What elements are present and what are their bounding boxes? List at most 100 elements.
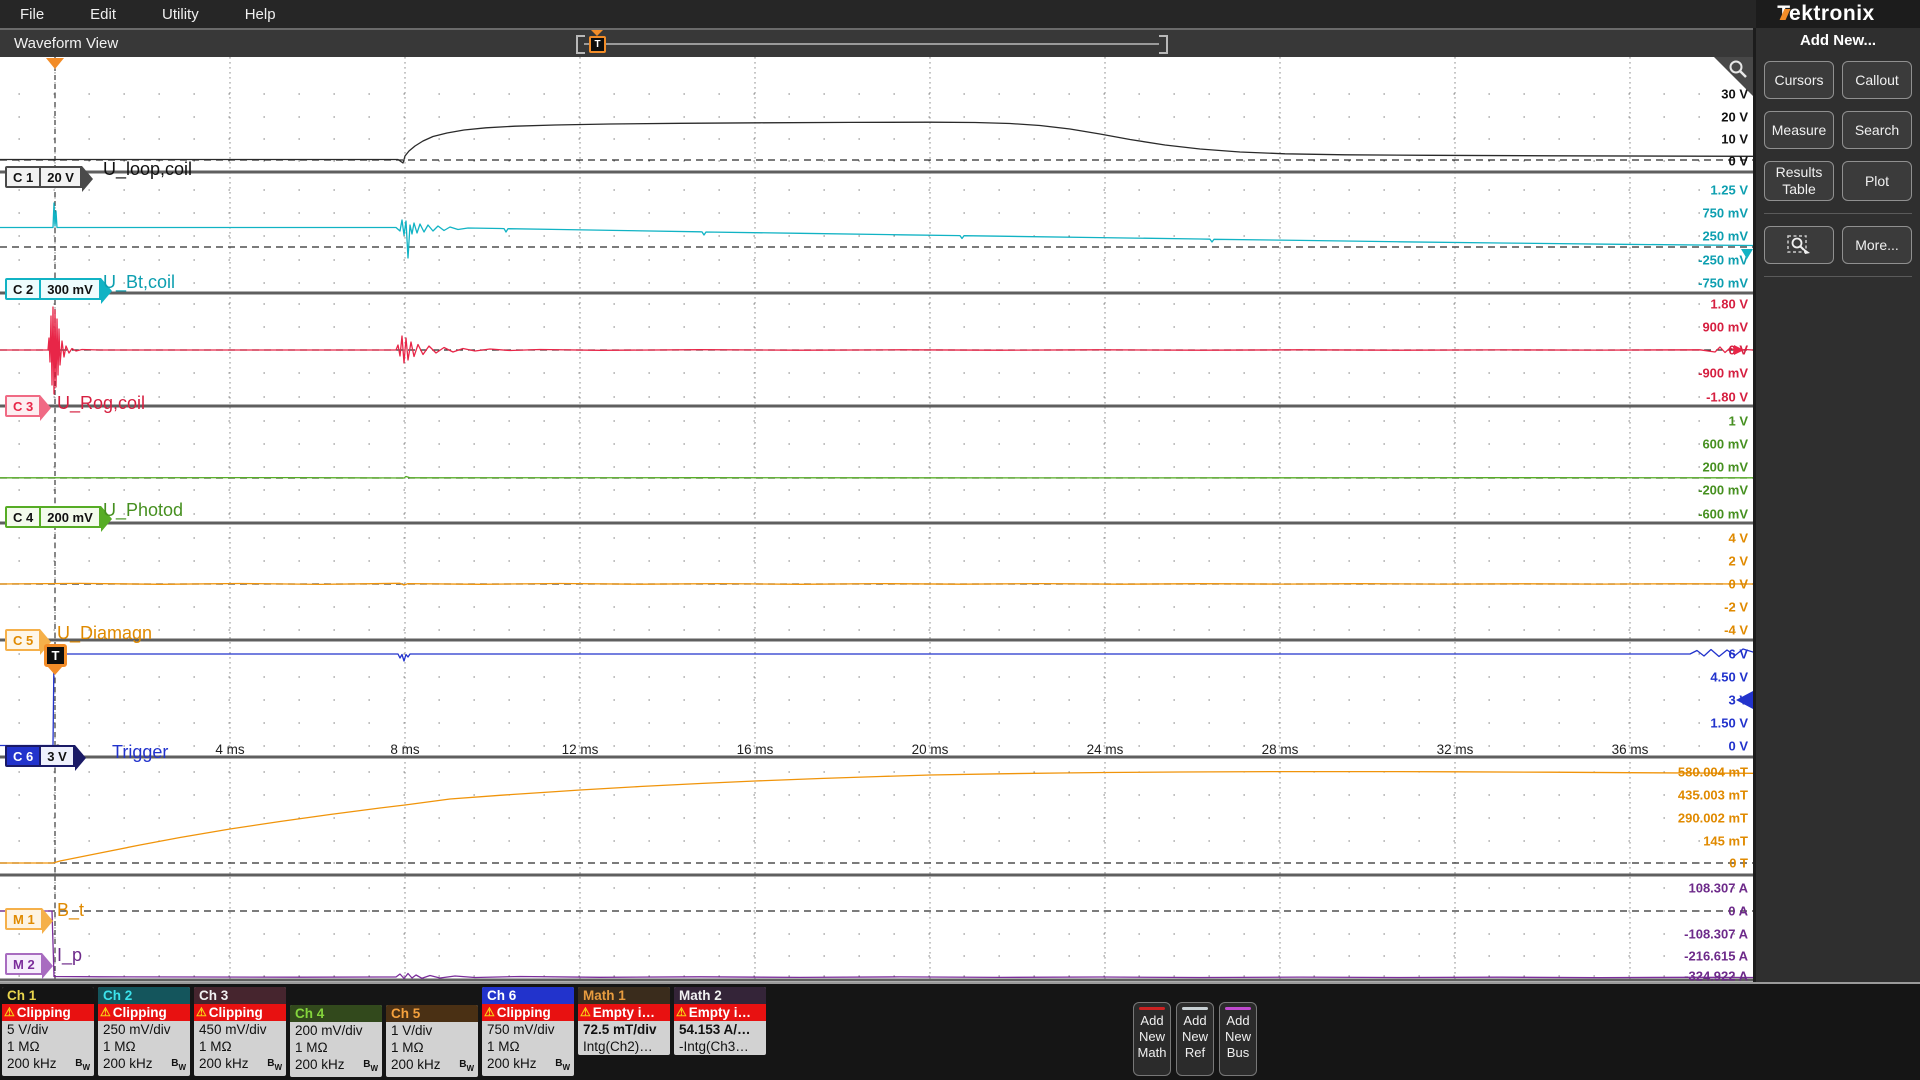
time-label: 24 ms	[1087, 742, 1124, 757]
time-label: 20 ms	[912, 742, 949, 757]
axis-label-c2: 1.25 V	[1710, 183, 1748, 198]
tektronix-logo-text: Tektronix	[1777, 2, 1874, 25]
trigger-t-badge[interactable]: T	[44, 644, 67, 667]
axis-label-c4: -600 mV	[1698, 507, 1748, 522]
axis-label-c4: -200 mV	[1698, 483, 1748, 498]
channel-config-badge-ch2[interactable]: Ch 2⚠Clipping250 mV/div1 MΩ200 kHzBW	[98, 987, 190, 1076]
bandwidth-limit-icon: BW	[171, 1055, 186, 1076]
warning-icon: ⚠	[580, 1004, 591, 1021]
channel-label-c4[interactable]: U_Photod	[103, 500, 183, 521]
axis-label-c5: 0 V	[1728, 577, 1748, 592]
overview-right-bracket[interactable]	[1159, 35, 1168, 54]
config-badge-row: 750 mV/div	[482, 1021, 574, 1038]
horizontal-overview-bar[interactable]: T	[576, 34, 1168, 54]
channel-config-badge-ch3[interactable]: Ch 3⚠Clipping450 mV/div1 MΩ200 kHzBW	[194, 987, 286, 1076]
right-sidebar: Add New... CursorsCalloutMeasureSearchRe…	[1756, 28, 1920, 982]
axis-label-c5: -4 V	[1724, 623, 1748, 638]
waveform-view[interactable]: 30 V20 V10 V0 V1.25 V750 mV250 mV-250 mV…	[0, 57, 1753, 982]
overview-record-line	[584, 43, 1159, 45]
zoom-select-icon	[1786, 233, 1812, 257]
add-new-bus-button[interactable]: Add New Bus	[1219, 1002, 1257, 1076]
add-new-accent	[1139, 1007, 1165, 1010]
axis-label-c2: 250 mV	[1702, 229, 1748, 244]
sidebar-button-cursors[interactable]: Cursors	[1764, 61, 1834, 99]
menu-utility[interactable]: Utility	[162, 6, 199, 23]
sidebar-button-callout[interactable]: Callout	[1842, 61, 1912, 99]
add-new-accent	[1182, 1007, 1208, 1010]
config-badge-row: 450 mV/div	[194, 1021, 286, 1038]
channel-label-c1[interactable]: U_loop,coil	[103, 159, 192, 180]
channel-label-m2[interactable]: I_p	[57, 945, 82, 966]
axis-label-c1: 20 V	[1721, 110, 1748, 125]
config-badge-row: -Intg(Ch3…	[674, 1038, 766, 1055]
channel-config-badge-ch1[interactable]: Ch 1⚠Clipping5 V/div1 MΩ200 kHzBW	[2, 987, 94, 1076]
channel-badge-scale: 300 mV	[40, 278, 101, 300]
sidebar-button-search[interactable]: Search	[1842, 111, 1912, 149]
zoom-select-button[interactable]	[1764, 226, 1834, 264]
axis-label-c3: 900 mV	[1702, 320, 1748, 335]
channel-badge-c2[interactable]: C 2300 mV	[5, 278, 112, 300]
axis-label-c6: 6 V	[1728, 647, 1748, 662]
channel-label-c5[interactable]: U_Diamagn	[57, 623, 152, 644]
sidebar-button-measure[interactable]: Measure	[1764, 111, 1834, 149]
config-badge-row: 200 mV/div	[290, 1022, 382, 1039]
config-badge-row: 1 MΩ	[290, 1039, 382, 1056]
axis-label-c6: 4.50 V	[1710, 670, 1748, 685]
more-button[interactable]: More...	[1842, 226, 1912, 264]
channel-badge-c4[interactable]: C 4200 mV	[5, 506, 112, 528]
channel-config-badge-ch5[interactable]: Ch 51 V/div1 MΩ200 kHzBW	[386, 1005, 478, 1077]
clipping-warning: ⚠Clipping	[2, 1004, 94, 1021]
bottom-bar: Ch 1⚠Clipping5 V/div1 MΩ200 kHzBWCh 2⚠Cl…	[0, 982, 1920, 1080]
trigger-position-icon[interactable]	[46, 58, 64, 69]
warning-icon: ⚠	[100, 1004, 111, 1021]
menu-help[interactable]: Help	[245, 6, 276, 23]
channel-badge-c1[interactable]: C 120 V	[5, 166, 93, 188]
channel-badge-tip	[42, 908, 53, 934]
config-badge-row: 1 MΩ	[482, 1038, 574, 1055]
axis-label-m1: 0 T	[1729, 856, 1748, 871]
axis-label-m2: -324.922 A	[1684, 969, 1748, 983]
channel-badge-m2[interactable]: M 2	[5, 953, 53, 975]
add-new-accent	[1225, 1007, 1251, 1010]
config-badge-title: Ch 5	[386, 1005, 478, 1022]
sidebar-button-results-table[interactable]: Results Table	[1764, 161, 1834, 201]
menu-edit[interactable]: Edit	[90, 6, 116, 23]
channel-config-badge-math1[interactable]: Math 1⚠Empty i…72.5 mT/divIntg(Ch2)…	[578, 987, 670, 1055]
menu-items: File Edit Utility Help	[20, 6, 276, 23]
axis-label-m2: 0 A	[1728, 904, 1748, 919]
config-badge-row: 1 V/div	[386, 1022, 478, 1039]
channel-config-badge-ch6[interactable]: Ch 6⚠Clipping750 mV/div1 MΩ200 kHzBW	[482, 987, 574, 1076]
bandwidth-limit-icon: BW	[363, 1056, 378, 1077]
add-new-ref-button[interactable]: Add New Ref	[1176, 1002, 1214, 1076]
channel-badge-c3[interactable]: C 3	[5, 395, 51, 417]
channel-badge-m1[interactable]: M 1	[5, 908, 53, 930]
axis-label-c6: 0 V	[1728, 739, 1748, 754]
channel-config-badge-math2[interactable]: Math 2⚠Empty i…54.153 A/…-Intg(Ch3…	[674, 987, 766, 1055]
tab-waveform-view[interactable]: Waveform View	[14, 35, 118, 52]
warning-icon: ⚠	[196, 1004, 207, 1021]
warning-icon: ⚠	[484, 1004, 495, 1021]
channel-badge-c6[interactable]: C 63 V	[5, 745, 86, 767]
sidebar-button-plot[interactable]: Plot	[1842, 161, 1912, 201]
time-label: 28 ms	[1262, 742, 1299, 757]
channel-label-c2[interactable]: U_Bt,coil	[103, 272, 175, 293]
channel-label-c3[interactable]: U_Rog,coil	[57, 393, 145, 414]
overview-trigger-icon[interactable]: T	[589, 36, 606, 53]
axis-label-c4: 1 V	[1728, 414, 1748, 429]
axis-label-m2: 108.307 A	[1688, 881, 1748, 896]
menu-file[interactable]: File	[20, 6, 44, 23]
channel-label-m1[interactable]: B_t	[57, 900, 84, 921]
config-badge-title: Ch 1	[2, 987, 94, 1004]
axis-label-c3: -1.80 V	[1706, 390, 1748, 405]
channel-badge-tip	[75, 745, 86, 771]
time-label: 8 ms	[390, 742, 420, 757]
config-badge-row: 54.153 A/…	[674, 1021, 766, 1038]
axis-label-c5: 2 V	[1728, 554, 1748, 569]
config-badge-title: Ch 2	[98, 987, 190, 1004]
channel-config-badge-ch4[interactable]: Ch 4200 mV/div1 MΩ200 kHzBW	[290, 1005, 382, 1077]
channel-badge-scale: 3 V	[40, 745, 75, 767]
channel-badge-id: M 1	[5, 908, 42, 930]
channel-label-c6[interactable]: Trigger	[112, 742, 168, 763]
channel-badge-id: C 1	[5, 166, 40, 188]
add-new-math-button[interactable]: Add New Math	[1133, 1002, 1171, 1076]
